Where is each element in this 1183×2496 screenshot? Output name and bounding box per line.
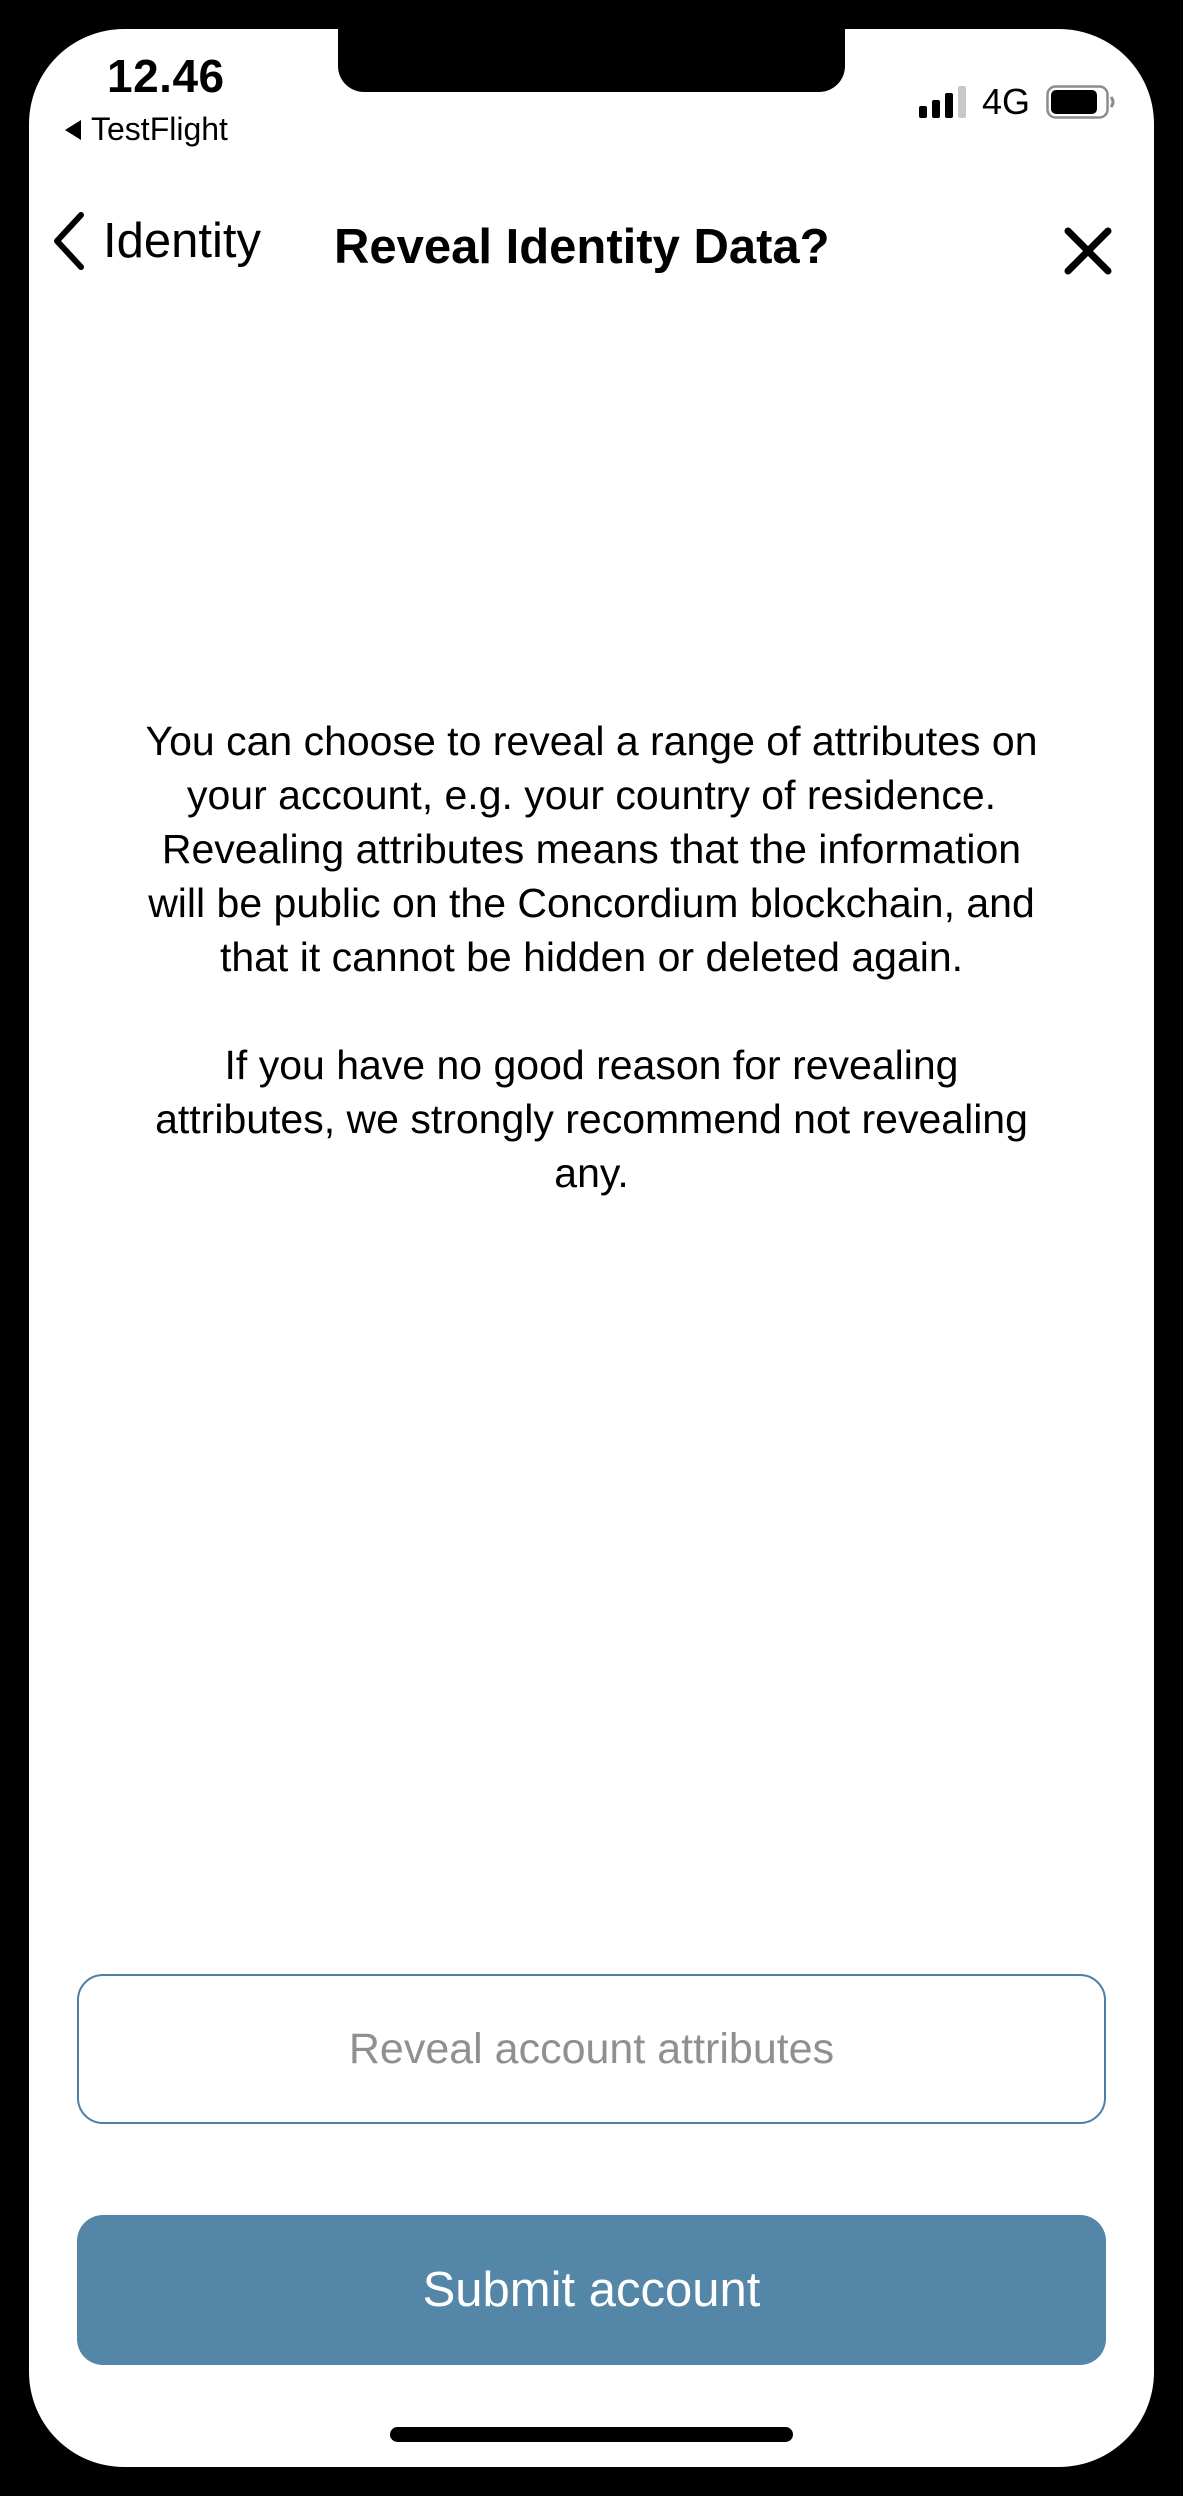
- submit-account-button[interactable]: Submit account: [77, 2215, 1106, 2365]
- close-icon[interactable]: [1062, 225, 1114, 277]
- home-indicator[interactable]: [390, 2427, 793, 2442]
- info-paragraph-1: You can choose to reveal a range of attr…: [145, 718, 1038, 980]
- status-back-to-app[interactable]: TestFlight: [65, 111, 228, 148]
- navigation-bar: Identity Reveal Identity Data?: [29, 189, 1154, 309]
- back-triangle-icon: [65, 119, 81, 140]
- network-type: 4G: [981, 81, 1030, 122]
- app-screen: 12.46 TestFlight 4G Identity Reveal Iden…: [29, 29, 1154, 2467]
- device-frame: 12.46 TestFlight 4G Identity Reveal Iden…: [0, 0, 1183, 2496]
- device-notch: [338, 29, 845, 92]
- status-back-app-label: TestFlight: [91, 111, 228, 147]
- status-time: 12.46: [107, 50, 225, 102]
- cellular-signal-icon: [918, 86, 966, 118]
- reveal-attributes-button[interactable]: Reveal account attributes: [77, 1974, 1106, 2124]
- status-indicators: 4G: [918, 81, 1116, 123]
- back-button[interactable]: Identity: [49, 209, 261, 273]
- back-button-label: Identity: [103, 214, 261, 268]
- info-paragraph-2: If you have no good reason for revealing…: [155, 1042, 1028, 1196]
- info-text-block: You can choose to reveal a range of attr…: [129, 714, 1054, 1200]
- battery-icon: [1046, 85, 1115, 119]
- page-title: Reveal Identity Data?: [334, 220, 830, 274]
- chevron-left-icon: [54, 212, 84, 270]
